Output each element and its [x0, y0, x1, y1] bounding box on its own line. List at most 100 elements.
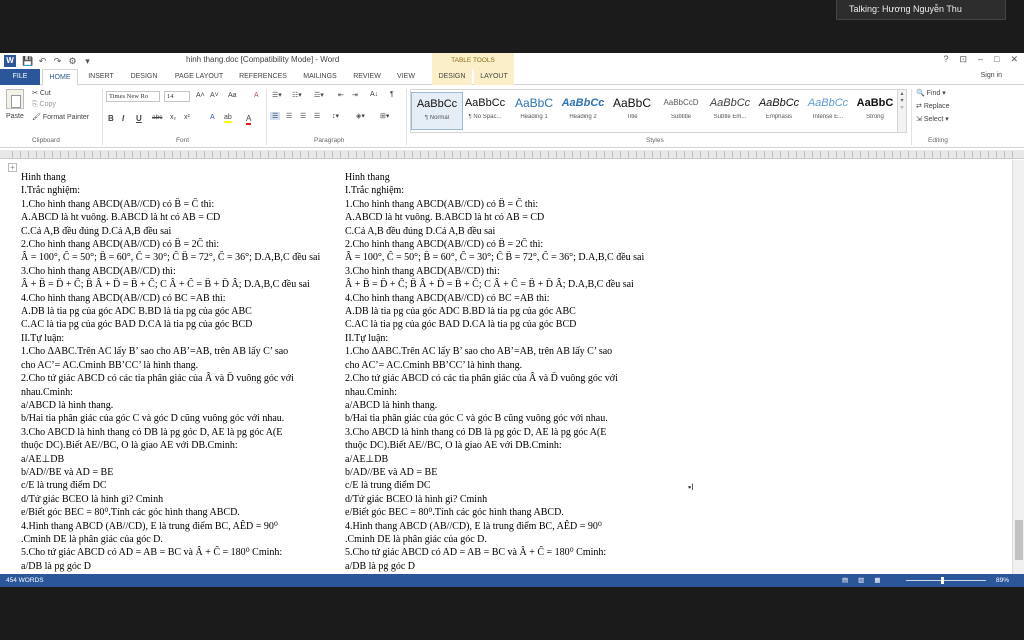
text-effects-button[interactable]: A — [210, 114, 215, 121]
horizontal-ruler[interactable] — [0, 150, 1024, 159]
print-layout-icon[interactable]: ▥ — [858, 574, 864, 587]
font-name-select[interactable]: Times New Ro — [106, 91, 160, 102]
style-intense-emphasis[interactable]: AaBbCc Intense E... — [802, 92, 854, 130]
select-button[interactable]: ⇲ Select ▾ — [916, 115, 949, 123]
document-line[interactable]: A.ABCD là ht vuông. B.ABCD là ht có AB =… — [21, 211, 341, 224]
style-title[interactable]: AaBbC Title — [606, 92, 658, 130]
paste-icon[interactable] — [6, 89, 24, 109]
shrink-font-button[interactable]: A˅ — [210, 92, 219, 99]
find-button[interactable]: 🔍 Find ▾ — [916, 89, 946, 97]
document-line[interactable]: thuộc DC).Biết AE//BC, O là giao AE với … — [345, 439, 665, 452]
tab-insert[interactable]: INSERT — [84, 69, 118, 85]
document-line[interactable]: 1.Cho hình thang ABCD(AB//CD) có B̂ = Ĉ … — [345, 198, 665, 211]
sign-in-link[interactable]: Sign in — [981, 72, 1002, 79]
document-line[interactable]: b/Hai tia phân giác của góc C và góc D c… — [21, 412, 341, 425]
numbering-icon[interactable]: ☷▾ — [292, 91, 302, 99]
subscript-button[interactable]: x₂ — [170, 114, 176, 121]
strikethrough-button[interactable]: abc — [152, 114, 162, 121]
document-line[interactable]: 3.Cho ABCD là hình thang có DB là pg góc… — [345, 426, 665, 439]
document-line[interactable]: A.ABCD là ht vuông. B.ABCD là ht có AB =… — [345, 211, 665, 224]
qat-dropdown-icon[interactable]: ▾ — [82, 56, 93, 67]
document-line[interactable]: cho AC’= AC.Cminh BB’CC’ là hình thang. — [345, 359, 665, 372]
document-column-left[interactable]: Hinh thang I.Trắc nghiệm: 1.Cho hình thang… — [21, 171, 341, 574]
tab-references[interactable]: REFERENCES — [234, 69, 292, 85]
document-line[interactable]: 3.Cho hình thang ABCD(AB//CD) thì: — [21, 265, 341, 278]
document-line[interactable]: 3.Cho hình thang ABCD(AB//CD) thì: — [345, 265, 665, 278]
style-subtle-emphasis[interactable]: AaBbCc Subtle Em... — [704, 92, 756, 130]
document-line[interactable]: .Cminh DE là phân giác của góc D. — [345, 533, 665, 546]
document-line[interactable]: e/Biết góc BEC = 80⁰.Tính các góc hình t… — [345, 506, 665, 519]
align-left-icon[interactable]: ☰ — [270, 112, 281, 120]
undo-icon[interactable]: ↶ — [37, 56, 48, 67]
customize-icon[interactable]: ⚙ — [67, 56, 78, 67]
document-line[interactable]: I.Trắc nghiệm: — [21, 184, 341, 197]
scrollbar-thumb[interactable] — [1015, 520, 1023, 560]
zoom-slider-knob[interactable] — [941, 577, 945, 584]
zoom-level[interactable]: 89% — [996, 574, 1009, 587]
document-line[interactable]: c/E là trung điểm DC — [21, 479, 341, 492]
document-line[interactable]: Hinh thang — [345, 171, 665, 184]
style-emphasis[interactable]: AaBbCc Emphasis — [753, 92, 805, 130]
tab-view[interactable]: VIEW — [390, 69, 422, 85]
document-line[interactable]: 3.Cho ABCD là hình thang có DB là pg góc… — [21, 426, 341, 439]
tab-review[interactable]: REVIEW — [348, 69, 386, 85]
style-heading-2[interactable]: AaBbCc Heading 2 — [557, 92, 609, 130]
document-line[interactable]: 2.Cho tứ giác ABCD có các tia phân giác … — [21, 372, 341, 385]
increase-indent-icon[interactable]: ⇥ — [352, 91, 358, 99]
document-line[interactable]: cho AC’= AC.Cminh BB’CC’ là hình thang. — [21, 359, 341, 372]
document-line[interactable]: II.Tự luận: — [345, 332, 665, 345]
document-line[interactable]: Â = 100°, Ĉ = 50°; B̂ = 60°, Ĉ = 30°; Ĉ … — [21, 251, 341, 264]
style-heading-1[interactable]: AaBbC Heading 1 — [508, 92, 560, 130]
document-line[interactable]: d/Tứ giác BCEO là hình gì? Cminh — [345, 493, 665, 506]
style-subtitle[interactable]: AaBbCcD Subtitle — [655, 92, 707, 130]
document-line[interactable]: 1.Cho ΔABC.Trên AC lấy B’ sao cho AB’=AB… — [21, 345, 341, 358]
minimize-button[interactable]: – — [978, 54, 983, 65]
document-line[interactable]: C.AC là tia pg của góc BAD D.CA là tia p… — [345, 318, 665, 331]
multilevel-list-icon[interactable]: ☲▾ — [314, 91, 324, 99]
document-line[interactable]: 5.Cho tứ giác ABCD có AD = AB = BC và Â … — [345, 546, 665, 559]
tab-file[interactable]: FILE — [0, 69, 40, 85]
superscript-button[interactable]: x² — [184, 114, 190, 121]
document-line[interactable]: Hinh thang — [21, 171, 341, 184]
document-line[interactable]: c/E là trung điểm DC — [345, 479, 665, 492]
maximize-button[interactable]: □ — [994, 54, 999, 65]
change-case-button[interactable]: Aa — [228, 92, 237, 99]
style-strong[interactable]: AaBbC Strong — [849, 92, 901, 130]
document-line[interactable]: thuộc DC).Biết AE//BC, O là giao AE với … — [21, 439, 341, 452]
vertical-scrollbar[interactable] — [1012, 160, 1024, 574]
document-line[interactable]: 2.Cho hình thang ABCD(AB//CD) có B̂ = 2Ĉ… — [345, 238, 665, 251]
document-line[interactable]: A.DB là tia pg của góc ADC B.BD là tia p… — [345, 305, 665, 318]
copy-button[interactable]: ⎘ Copy — [32, 101, 56, 109]
cut-button[interactable]: ✂ Cut — [32, 89, 51, 97]
web-layout-icon[interactable]: ▦ — [874, 574, 880, 587]
ribbon-display-button[interactable]: ⊡ — [959, 54, 967, 65]
show-marks-button[interactable]: ¶ — [390, 91, 394, 98]
bullets-icon[interactable]: ☰▾ — [272, 91, 282, 99]
style-no-spacing[interactable]: AaBbCc ¶ No Spac... — [459, 92, 511, 130]
save-icon[interactable]: 💾 — [22, 56, 33, 67]
decrease-indent-icon[interactable]: ⇤ — [338, 91, 344, 99]
document-line[interactable]: C.AC là tia pg của góc BAD D.CA là tia p… — [21, 318, 341, 331]
document-line[interactable]: I.Trắc nghiệm: — [345, 184, 665, 197]
document-line[interactable]: 1.Cho ΔABC.Trên AC lấy B’ sao cho AB’=AB… — [345, 345, 665, 358]
document-line[interactable]: a/ABCD là hình thang. — [21, 399, 341, 412]
document-line[interactable]: Â = 100°, Ĉ = 50°; B̂ = 60°, Ĉ = 30°; Ĉ … — [345, 251, 665, 264]
justify-icon[interactable]: ☰ — [314, 112, 320, 120]
document-line[interactable]: 2.Cho hình thang ABCD(AB//CD) có B̂ = 2Ĉ… — [21, 238, 341, 251]
grow-font-button[interactable]: A˄ — [196, 92, 205, 99]
format-painter-button[interactable]: 🖌 Format Painter — [32, 113, 89, 121]
tab-design[interactable]: DESIGN — [124, 69, 164, 85]
document-line[interactable]: b/Hai tia phân giác của góc C và góc B c… — [345, 412, 665, 425]
document-line[interactable]: a/AE⊥DB — [21, 453, 341, 466]
document-line[interactable]: 4.Hình thang ABCD (AB//CD), E là trung đ… — [345, 520, 665, 533]
document-line[interactable]: 4.Hình thang ABCD (AB//CD), E là trung đ… — [21, 520, 341, 533]
underline-button[interactable]: U — [136, 114, 142, 123]
document-line[interactable]: II.Tự luận: — [21, 332, 341, 345]
close-button[interactable]: ✕ — [1010, 54, 1018, 65]
italic-button[interactable]: I — [122, 114, 124, 123]
document-line[interactable]: a/ABCD là hình thang. — [345, 399, 665, 412]
style-normal[interactable]: AaBbCc ¶ Normal — [411, 92, 463, 130]
styles-scroll-icon[interactable]: ▴ ▾ ▿ — [897, 89, 907, 133]
document-line[interactable]: a/AE⊥DB — [345, 453, 665, 466]
highlight-button[interactable]: ab — [224, 114, 232, 123]
